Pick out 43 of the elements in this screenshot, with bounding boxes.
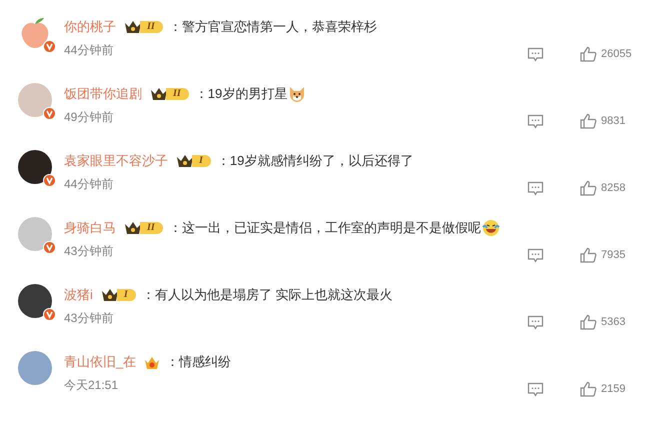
- like-button[interactable]: 7935: [580, 247, 632, 263]
- timestamp: 43分钟前: [64, 310, 114, 326]
- reply-icon[interactable]: [527, 314, 544, 330]
- timestamp: 44分钟前: [64, 176, 114, 192]
- comment-text: ：这一出，已证实是情侣，工作室的声明是不是做假呢: [168, 219, 481, 237]
- avatar-photo[interactable]: [18, 150, 52, 184]
- level-badge: I: [176, 154, 211, 168]
- like-button[interactable]: 26055: [580, 46, 632, 62]
- comment-text: ：警方官宣恋情第一人，恭喜荣梓杉: [168, 18, 377, 36]
- dog-emoji-icon: [288, 85, 306, 103]
- comment-text: ：有人以为他是塌房了 实际上也就这次最火: [142, 286, 392, 304]
- username-link[interactable]: 饭团带你追剧: [64, 85, 142, 103]
- username-link[interactable]: 袁家眼里不容沙子: [64, 152, 168, 170]
- level-badge: I: [100, 288, 136, 302]
- comment-text: ：19岁就感情纠纷了，以后还得了: [216, 152, 414, 170]
- thumbs-up-icon: [580, 46, 597, 62]
- reply-icon[interactable]: [527, 248, 544, 262]
- reply-icon[interactable]: [527, 382, 544, 396]
- like-button[interactable]: 8258: [580, 180, 632, 196]
- timestamp: 43分钟前: [64, 242, 114, 260]
- thumbs-up-icon: [580, 381, 597, 397]
- avatar-photo[interactable]: [18, 284, 52, 318]
- thumbs-up-icon: [580, 314, 597, 330]
- thumbs-up-icon: [580, 113, 597, 129]
- reply-icon[interactable]: [527, 46, 544, 62]
- username-link[interactable]: 青山依旧_在: [64, 353, 136, 371]
- like-button[interactable]: 5363: [580, 314, 632, 330]
- like-button[interactable]: 2159: [580, 381, 632, 397]
- comment-text: ：情感纠纷: [166, 353, 232, 371]
- thumbs-up-icon: [580, 180, 597, 196]
- laughing-emoji-icon: [482, 219, 500, 237]
- comment-text: ：19岁的男打星: [194, 85, 288, 103]
- thumbs-up-icon: [580, 247, 597, 263]
- username-link[interactable]: 身骑白马: [64, 219, 116, 237]
- timestamp: 49分钟前: [64, 108, 114, 126]
- timestamp: 今天21:51: [64, 376, 118, 394]
- crown-icon: [144, 354, 160, 370]
- username-link[interactable]: 波猪i: [64, 286, 93, 304]
- reply-icon[interactable]: [527, 114, 544, 128]
- like-button[interactable]: 9831: [580, 113, 632, 129]
- timestamp: 44分钟前: [64, 42, 114, 58]
- reply-icon[interactable]: [527, 180, 544, 196]
- username-link[interactable]: 你的桃子: [64, 18, 116, 36]
